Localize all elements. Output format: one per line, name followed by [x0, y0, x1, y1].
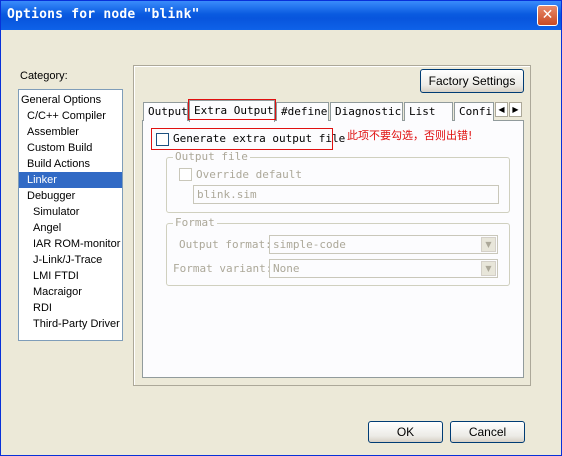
override-default-checkbox[interactable]	[179, 168, 192, 181]
tab-config[interactable]: Confi	[454, 102, 494, 121]
ok-button[interactable]: OK	[368, 421, 443, 443]
category-item-iar-rom-monitor[interactable]: IAR ROM-monitor	[19, 236, 122, 252]
format-group-title: Format	[173, 216, 217, 229]
highlight-box-tab	[188, 99, 276, 120]
category-list[interactable]: General Options C/C++ Compiler Assembler…	[18, 89, 123, 341]
factory-settings-button[interactable]: Factory Settings	[420, 69, 524, 93]
category-item-custom-build[interactable]: Custom Build	[19, 140, 122, 156]
close-icon[interactable]: ✕	[537, 5, 558, 26]
highlight-box-checkbox	[151, 128, 333, 150]
category-item-linker[interactable]: Linker	[19, 172, 122, 188]
category-item-jlink-jtrace[interactable]: J-Link/J-Trace	[19, 252, 122, 268]
tab-scroll-right-icon[interactable]: ▶	[509, 102, 522, 117]
category-item-simulator[interactable]: Simulator	[19, 204, 122, 220]
tab-diagnostics[interactable]: Diagnostics	[330, 102, 403, 121]
window-title: Options for node "blink"	[7, 7, 200, 22]
output-filename-field[interactable]: blink.sim	[193, 185, 499, 204]
category-item-c-compiler[interactable]: C/C++ Compiler	[19, 108, 122, 124]
tab-list[interactable]: List	[404, 102, 453, 121]
override-default-label[interactable]: Override default	[196, 168, 302, 181]
format-variant-value: None	[273, 262, 300, 275]
warning-annotation: 此项不要勾选，否则出错!	[347, 129, 473, 142]
output-file-group-title: Output file	[173, 150, 250, 163]
category-label: Category:	[20, 70, 68, 82]
options-dialog: Options for node "blink" ✕ Category: Gen…	[0, 0, 562, 456]
category-item-angel[interactable]: Angel	[19, 220, 122, 236]
title-bar[interactable]: Options for node "blink" ✕	[1, 1, 561, 30]
output-format-select[interactable]: simple-code ▼	[269, 235, 498, 254]
category-item-lmi-ftdi[interactable]: LMI FTDI	[19, 268, 122, 284]
output-format-dropdown-icon[interactable]: ▼	[481, 237, 496, 252]
category-item-rdi[interactable]: RDI	[19, 300, 122, 316]
tab-define[interactable]: #define	[276, 102, 329, 121]
category-item-debugger[interactable]: Debugger	[19, 188, 122, 204]
output-format-value: simple-code	[273, 238, 346, 251]
category-item-build-actions[interactable]: Build Actions	[19, 156, 122, 172]
cancel-button[interactable]: Cancel	[450, 421, 525, 443]
category-item-assembler[interactable]: Assembler	[19, 124, 122, 140]
category-item-macraigor[interactable]: Macraigor	[19, 284, 122, 300]
category-item-general-options[interactable]: General Options	[19, 92, 122, 108]
tab-output[interactable]: Output	[143, 102, 188, 121]
format-variant-select[interactable]: None ▼	[269, 259, 498, 278]
tab-scroll-left-icon[interactable]: ◀	[495, 102, 508, 117]
category-item-third-party-driver[interactable]: Third-Party Driver	[19, 316, 122, 332]
format-variant-label: Format variant:	[173, 262, 273, 275]
format-variant-dropdown-icon[interactable]: ▼	[481, 261, 496, 276]
output-format-label: Output format:	[179, 238, 272, 251]
output-filename-value: blink.sim	[197, 188, 257, 201]
